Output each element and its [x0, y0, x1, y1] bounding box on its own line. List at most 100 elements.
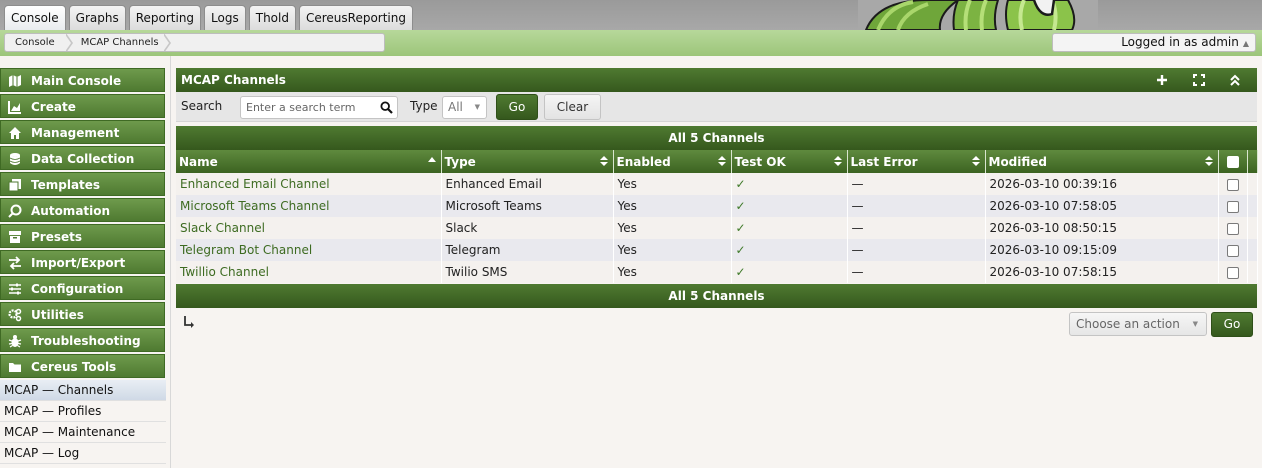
arrow-return-icon: [184, 316, 194, 328]
collapse-icon[interactable]: [1228, 73, 1242, 87]
cell-spacer: [1247, 261, 1258, 283]
type-select[interactable]: All ▼: [442, 96, 487, 119]
sidebar-subitem-mcap-log[interactable]: MCAP — Log: [0, 443, 166, 464]
sidebar-item-import-export[interactable]: Import/Export: [0, 250, 165, 274]
channel-link[interactable]: Twillio Channel: [180, 265, 269, 279]
plus-icon[interactable]: [1155, 73, 1169, 87]
breadcrumb-mcap-channels[interactable]: MCAP Channels: [71, 34, 171, 51]
fullscreen-icon[interactable]: [1192, 73, 1206, 87]
sidebar: Main Console Create Management Data Coll…: [0, 68, 166, 464]
dropdown-arrow-icon: ▼: [474, 103, 480, 111]
cell-type: Twilio SMS: [441, 261, 614, 283]
search-icon[interactable]: [380, 101, 393, 114]
sidebar-item-configuration[interactable]: Configuration: [0, 276, 165, 300]
tab-graphs[interactable]: Graphs: [68, 5, 126, 30]
cell-name: Microsoft Teams Channel: [176, 195, 442, 217]
panel-title: MCAP Channels: [181, 73, 286, 87]
table-row: Telegram Bot Channel Telegram Yes ✓ — 20…: [176, 239, 1258, 261]
sidebar-item-label: Cereus Tools: [31, 360, 117, 374]
sidebar-item-cereus-tools[interactable]: Cereus Tools: [0, 354, 165, 378]
archive-icon: [8, 230, 22, 244]
column-header-enabled[interactable]: Enabled: [613, 150, 732, 173]
dropdown-arrow-icon: ▼: [1192, 320, 1198, 328]
sidebar-item-troubleshooting[interactable]: Troubleshooting: [0, 328, 165, 352]
row-checkbox[interactable]: [1226, 222, 1239, 235]
select-all-checkbox[interactable]: [1226, 156, 1239, 168]
sidebar-item-utilities[interactable]: Utilities: [0, 302, 165, 326]
table-row: Slack Channel Slack Yes ✓ — 2026-03-10 0…: [176, 217, 1258, 239]
sidebar-subitem-mcap-profiles[interactable]: MCAP — Profiles: [0, 401, 166, 422]
row-checkbox[interactable]: [1226, 200, 1239, 213]
cell-type: Telegram: [441, 239, 614, 261]
cell-enabled: Yes: [613, 239, 732, 261]
panel-header: MCAP Channels: [176, 68, 1257, 92]
copy-icon: [8, 178, 22, 192]
sliders-icon: [8, 282, 22, 296]
breadcrumb-console[interactable]: Console: [5, 34, 73, 51]
cell-spacer: [1247, 173, 1258, 195]
sidebar-item-label: Import/Export: [31, 256, 126, 270]
sidebar-item-automation[interactable]: Automation: [0, 198, 165, 222]
sidebar-subitem-mcap-channels[interactable]: MCAP — Channels: [0, 380, 166, 401]
column-header-name[interactable]: Name: [176, 150, 442, 173]
sidebar-subitem-mcap-maintenance[interactable]: MCAP — Maintenance: [0, 422, 166, 443]
cell-test-ok: ✓: [731, 239, 848, 261]
tab-logs[interactable]: Logs: [204, 5, 246, 30]
cell-enabled: Yes: [613, 217, 732, 239]
sidebar-item-label: Utilities: [31, 308, 84, 322]
sidebar-item-main-console[interactable]: Main Console: [0, 68, 165, 92]
action-select[interactable]: Choose an action ▼: [1069, 312, 1207, 336]
checkmark-icon: ✓: [735, 177, 746, 191]
search-input[interactable]: [241, 97, 376, 118]
cell-last-error: —: [847, 261, 986, 283]
cell-select: [1218, 195, 1248, 217]
channel-link[interactable]: Enhanced Email Channel: [180, 177, 330, 191]
column-header-type[interactable]: Type: [441, 150, 614, 173]
cell-modified: 2026-03-10 09:15:09: [985, 239, 1219, 261]
sort-icon: [599, 155, 608, 167]
column-header-last-error[interactable]: Last Error: [847, 150, 986, 173]
tab-cereusreporting[interactable]: CereusReporting: [298, 5, 413, 30]
row-checkbox[interactable]: [1226, 266, 1239, 279]
sidebar-item-management[interactable]: Management: [0, 120, 165, 144]
column-header-test-ok[interactable]: Test OK: [731, 150, 848, 173]
channel-link[interactable]: Microsoft Teams Channel: [180, 199, 329, 213]
filter-go-button[interactable]: Go: [496, 94, 538, 120]
row-checkbox[interactable]: [1226, 178, 1239, 191]
channel-link[interactable]: Telegram Bot Channel: [180, 243, 312, 257]
cell-spacer: [1247, 217, 1258, 239]
cell-last-error: —: [847, 195, 986, 217]
sidebar-item-label: Configuration: [31, 282, 124, 296]
action-go-button[interactable]: Go: [1211, 312, 1253, 337]
cell-name: Twillio Channel: [176, 261, 442, 283]
clear-button[interactable]: Clear: [544, 94, 601, 120]
cell-select: [1218, 173, 1248, 195]
channel-link[interactable]: Slack Channel: [180, 221, 265, 235]
cell-spacer: [1247, 239, 1258, 261]
sidebar-item-create[interactable]: Create: [0, 94, 165, 118]
tab-thold[interactable]: Thold: [248, 5, 296, 30]
sidebar-item-presets[interactable]: Presets: [0, 224, 165, 248]
action-row: Choose an action ▼ Go: [176, 308, 1257, 340]
tab-console[interactable]: Console: [4, 5, 66, 30]
cell-select: [1218, 261, 1248, 283]
cell-name: Telegram Bot Channel: [176, 239, 442, 261]
sidebar-item-data-collection[interactable]: Data Collection: [0, 146, 165, 170]
type-select-value: All: [448, 100, 463, 114]
cell-modified: 2026-03-10 00:39:16: [985, 173, 1219, 195]
chart-icon: [8, 100, 22, 114]
row-checkbox[interactable]: [1226, 244, 1239, 257]
table-row: Microsoft Teams Channel Microsoft Teams …: [176, 195, 1258, 217]
cell-type: Slack: [441, 217, 614, 239]
column-header-select-all: [1218, 150, 1248, 173]
column-header-modified[interactable]: Modified: [985, 150, 1219, 173]
table-row: Twillio Channel Twilio SMS Yes ✓ — 2026-…: [176, 261, 1258, 283]
tab-reporting[interactable]: Reporting: [128, 5, 202, 30]
cogs-icon: [8, 308, 22, 322]
table-row: Enhanced Email Channel Enhanced Email Ye…: [176, 173, 1258, 195]
cell-test-ok: ✓: [731, 261, 848, 283]
user-menu[interactable]: Logged in as admin ▲: [1052, 33, 1256, 52]
cell-enabled: Yes: [613, 173, 732, 195]
sidebar-item-templates[interactable]: Templates: [0, 172, 165, 196]
channels-panel: MCAP Channels Search Type All ▼ Go Clear…: [176, 68, 1258, 340]
